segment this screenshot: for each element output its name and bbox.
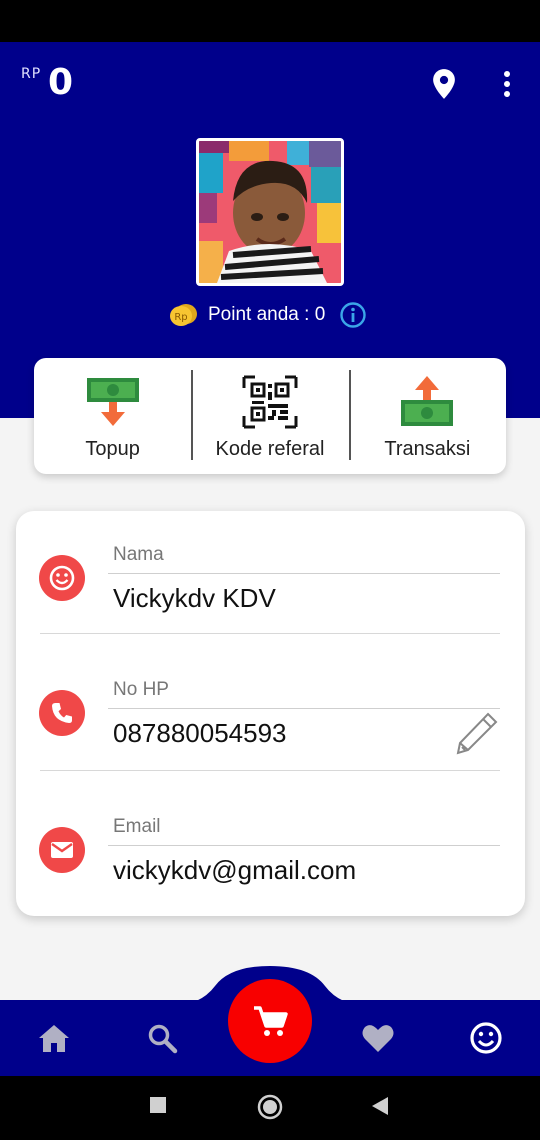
transactions-button[interactable]: Transaksi bbox=[348, 358, 506, 474]
email-row: Email vickykdv@gmail.com bbox=[16, 781, 525, 916]
referral-code-button[interactable]: Kode referal bbox=[191, 358, 348, 474]
status-bar bbox=[0, 0, 540, 42]
profile-info-card: Nama Vickykdv KDV No HP 087880054593 Ema… bbox=[16, 511, 525, 916]
points-text: Point anda : 0 bbox=[208, 304, 326, 325]
home-icon[interactable] bbox=[34, 1018, 74, 1058]
back-icon[interactable] bbox=[371, 1096, 389, 1116]
row-divider bbox=[40, 633, 500, 634]
points-row: Rp Point anda : 0 bbox=[168, 300, 367, 330]
quick-actions-card: Topup Kode referal Transaksi bbox=[34, 358, 506, 474]
smile-icon bbox=[39, 555, 85, 601]
money-download-icon bbox=[86, 378, 139, 426]
money-upload-icon bbox=[401, 376, 454, 426]
mail-icon bbox=[39, 827, 85, 873]
search-icon[interactable] bbox=[142, 1018, 182, 1058]
profile-icon[interactable] bbox=[466, 1018, 506, 1058]
profile-avatar[interactable] bbox=[196, 138, 344, 286]
qr-code-icon bbox=[242, 375, 298, 429]
cart-icon bbox=[254, 1006, 288, 1036]
name-row: Nama Vickykdv KDV bbox=[16, 511, 525, 646]
name-underline bbox=[108, 573, 500, 574]
row-divider bbox=[40, 770, 500, 771]
currency-label: RP bbox=[21, 66, 42, 82]
name-label: Nama bbox=[113, 544, 164, 565]
email-underline bbox=[108, 845, 500, 846]
heart-icon[interactable] bbox=[358, 1018, 398, 1058]
balance-amount: 0 bbox=[48, 62, 74, 103]
referral-code-label: Kode referal bbox=[215, 438, 325, 460]
coin-label: Rp bbox=[174, 312, 187, 323]
more-vertical-icon[interactable] bbox=[497, 70, 517, 98]
location-pin-icon[interactable] bbox=[430, 68, 458, 100]
system-navigation-bar bbox=[0, 1076, 540, 1140]
phone-value: 087880054593 bbox=[113, 718, 287, 748]
phone-label: No HP bbox=[113, 679, 169, 700]
email-label: Email bbox=[113, 816, 161, 837]
recent-apps-icon[interactable] bbox=[149, 1096, 167, 1114]
home-button-icon[interactable] bbox=[257, 1094, 283, 1120]
phone-icon bbox=[39, 690, 85, 736]
email-value: vickykdv@gmail.com bbox=[113, 855, 357, 885]
avatar-image bbox=[199, 141, 341, 283]
name-value: Vickykdv KDV bbox=[113, 583, 276, 613]
info-icon[interactable] bbox=[339, 301, 367, 329]
phone-row: No HP 087880054593 bbox=[16, 646, 525, 781]
coin-icon: Rp bbox=[170, 304, 197, 326]
topup-button[interactable]: Topup bbox=[34, 358, 191, 474]
cart-button[interactable] bbox=[228, 979, 312, 1063]
pencil-edit-icon[interactable] bbox=[452, 710, 500, 758]
phone-underline bbox=[108, 708, 500, 709]
transactions-label: Transaksi bbox=[384, 438, 471, 460]
topup-label: Topup bbox=[85, 438, 140, 460]
